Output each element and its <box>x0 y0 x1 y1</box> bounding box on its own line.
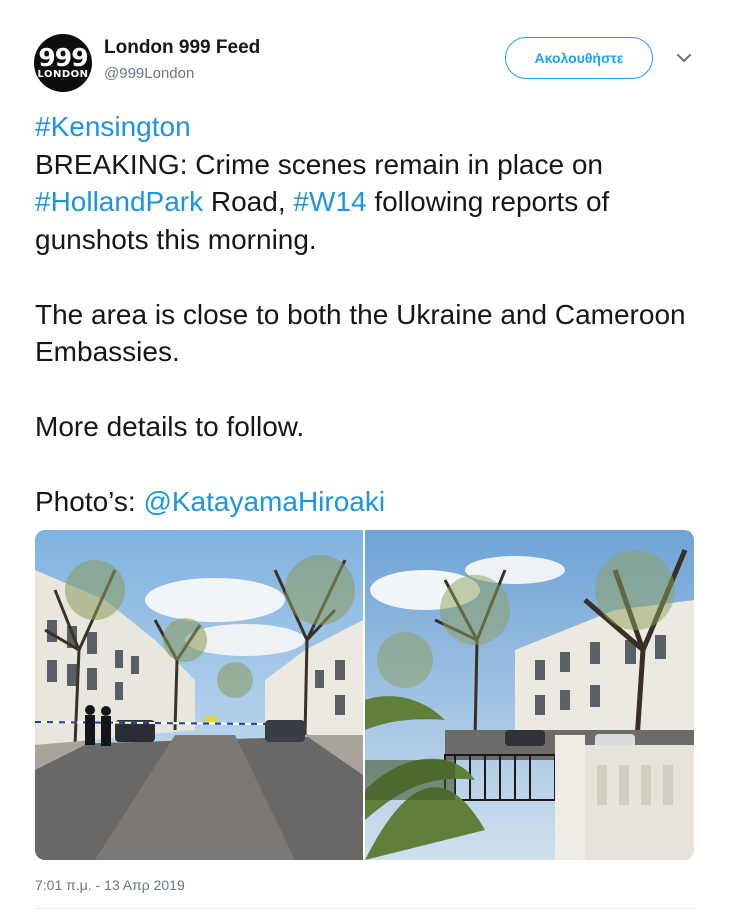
mention-katayamahiroaki[interactable]: @KatayamaHiroaki <box>143 486 385 517</box>
hashtag-kensington[interactable]: #Kensington <box>35 111 191 142</box>
hashtag-w14[interactable]: #W14 <box>293 186 366 217</box>
hashtag-hollandpark[interactable]: #HollandPark <box>35 186 203 217</box>
tweet-text-segment: Road, <box>203 186 294 217</box>
tweet-paragraph-3: More details to follow. <box>35 411 305 442</box>
user-handle[interactable]: @999London <box>104 65 194 82</box>
chevron-down-icon[interactable] <box>676 52 692 64</box>
media-grid <box>35 530 694 860</box>
tweet-paragraph-2: The area is close to both the Ukraine an… <box>35 298 686 368</box>
street-scene-photo[interactable] <box>35 530 363 860</box>
tweet-text-segment: Photo’s: <box>35 486 144 517</box>
avatar-logo-text: 999 <box>38 42 88 72</box>
tweet-timestamp[interactable]: 7:01 π.μ. - 13 Απρ 2019 <box>35 877 185 893</box>
avatar[interactable]: 999 LONDON <box>34 34 92 92</box>
tweet-text: #Kensington BREAKING: Crime scenes remai… <box>35 108 695 521</box>
tweet-paragraph-4: Photo’s: @KatayamaHiroaki <box>35 483 695 521</box>
follow-button[interactable]: Ακολουθήστε <box>505 37 653 79</box>
tweet-text-segment: BREAKING: Crime scenes remain in place o… <box>35 148 603 180</box>
display-name[interactable]: London 999 Feed <box>104 37 260 59</box>
divider <box>35 908 695 909</box>
avatar-logo-subtext: LONDON <box>37 68 89 80</box>
tweet-paragraph-1: #Kensington BREAKING: Crime scenes remai… <box>35 108 695 258</box>
townhouse-street-photo[interactable] <box>365 530 694 860</box>
